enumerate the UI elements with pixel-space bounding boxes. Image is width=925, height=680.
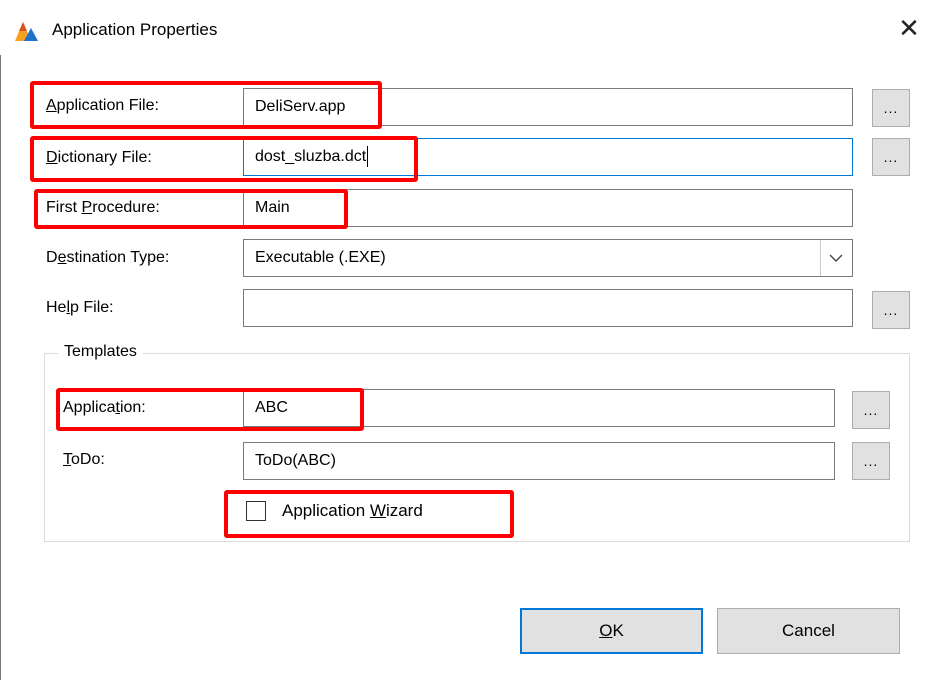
- template-application-label: Application:: [63, 399, 146, 416]
- text-cursor: [367, 146, 369, 168]
- help-file-browse-button[interactable]: ...: [872, 291, 910, 329]
- dictionary-file-browse-button[interactable]: ...: [872, 138, 910, 176]
- dictionary-file-input[interactable]: dost_sluzba.dct: [243, 138, 853, 176]
- application-wizard-checkbox[interactable]: [246, 501, 266, 521]
- first-procedure-input[interactable]: Main: [243, 189, 853, 227]
- help-file-label: Help File:: [46, 299, 114, 316]
- first-procedure-label: First Procedure:: [46, 199, 160, 216]
- destination-type-label: Destination Type:: [46, 249, 170, 266]
- dropdown-button[interactable]: [820, 240, 852, 276]
- window-title: Application Properties: [52, 20, 218, 39]
- todo-input[interactable]: ToDo(ABC): [243, 442, 835, 480]
- application-file-label: Application File:: [46, 97, 159, 114]
- ok-button[interactable]: OK: [520, 608, 703, 654]
- todo-browse-button[interactable]: ...: [852, 442, 890, 480]
- destination-type-select[interactable]: Executable (.EXE): [243, 239, 853, 277]
- clarion-app-icon: [15, 22, 38, 41]
- templates-group-title: Templates: [58, 342, 143, 362]
- template-application-browse-button[interactable]: ...: [852, 391, 890, 429]
- help-file-input[interactable]: [243, 289, 853, 327]
- window-left-border: [0, 55, 1, 680]
- application-wizard-label[interactable]: Application Wizard: [282, 501, 423, 521]
- cancel-button[interactable]: Cancel: [717, 608, 900, 654]
- application-file-input[interactable]: DeliServ.app: [243, 88, 853, 126]
- close-icon[interactable]: ✕: [893, 12, 925, 44]
- application-file-browse-button[interactable]: ...: [872, 89, 910, 127]
- todo-label: ToDo:: [63, 451, 105, 468]
- chevron-down-icon: [829, 254, 843, 262]
- template-application-input[interactable]: ABC: [243, 389, 835, 427]
- dictionary-file-label: Dictionary File:: [46, 149, 152, 166]
